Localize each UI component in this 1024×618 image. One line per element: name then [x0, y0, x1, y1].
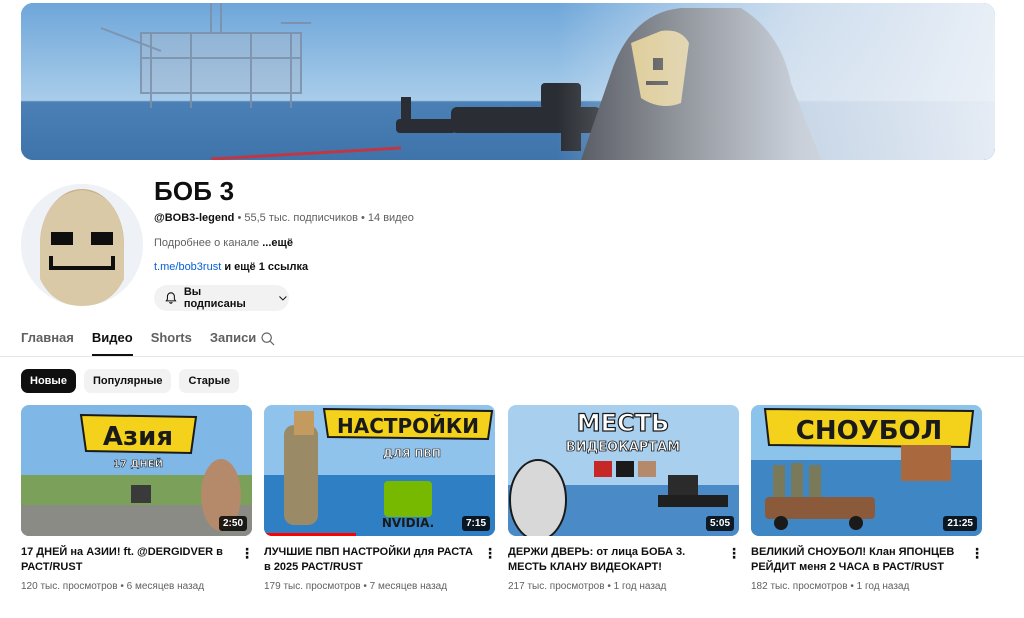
chip-popular[interactable]: Популярные — [83, 369, 172, 393]
thumb-brand: NVIDIA. — [382, 516, 434, 530]
video-count: 14 видео — [367, 212, 414, 224]
channel-name: БОБ 3 — [154, 176, 235, 206]
video-duration: 7:15 — [461, 516, 490, 531]
meta-separator: • — [360, 212, 365, 224]
thumb-subtitle: ВИДЕОКАРТАМ — [566, 440, 680, 455]
upload-age: 7 месяцев назад — [369, 581, 448, 592]
thumb-title: НАСТРОЙКИ — [337, 414, 479, 438]
more-links[interactable]: и ещё 1 ссылка — [224, 261, 308, 273]
meta-separator: • — [850, 581, 854, 592]
meta-separator: • — [120, 581, 124, 592]
upload-age: 1 год назад — [856, 581, 910, 592]
view-count: 120 тыс. просмотров — [21, 581, 118, 592]
video-thumbnail[interactable]: Азия 17 ДНЕЙ 2:50 — [21, 405, 252, 536]
subscribed-label: Вы подписаны — [183, 286, 246, 310]
about-text: Подробнее о канале — [154, 237, 260, 249]
video-meta: 182 тыс. просмотров • 1 год назад — [751, 581, 909, 592]
video-card[interactable]: МЕСТЬ ВИДЕОКАРТАМ 5:05 ДЕРЖИ ДВЕРЬ: от л… — [508, 405, 741, 592]
channel-tabs: Главная Видео Shorts Записи — [21, 330, 274, 356]
video-thumbnail[interactable]: СНОУБОЛ 21:25 — [751, 405, 982, 536]
video-title[interactable]: ЛУЧШИЕ ПВП НАСТРОЙКИ для РАСТА в 2025 РА… — [264, 545, 476, 575]
video-title[interactable]: ВЕЛИКИЙ СНОУБОЛ! Клан ЯПОНЦЕВ РЕЙДИТ мен… — [751, 545, 963, 575]
sort-chips: Новые Популярные Старые — [21, 369, 240, 393]
subscriber-count: 55,5 тыс. подписчиков — [244, 212, 358, 224]
search-icon — [261, 332, 275, 346]
channel-links: t.me/bob3rust и ещё 1 ссылка — [154, 261, 308, 273]
more-options-icon[interactable]: ⋮ — [727, 545, 741, 562]
thumb-title: СНОУБОЛ — [796, 416, 943, 446]
tab-videos[interactable]: Видео — [91, 330, 133, 356]
thumbnail-art: НАСТРОЙКИ ДЛЯ ПВП NVIDIA. — [264, 405, 495, 536]
tab-home[interactable]: Главная — [21, 330, 74, 355]
tab-posts[interactable]: Записи — [210, 330, 256, 355]
mask-avatar-art — [21, 184, 143, 306]
subscribed-button[interactable]: Вы подписаны — [154, 285, 289, 311]
meta-separator: • — [237, 212, 242, 224]
channel-meta: @BOB3-legend • 55,5 тыс. подписчиков • 1… — [154, 212, 414, 224]
video-title[interactable]: 17 ДНЕЙ на АЗИИ! ft. @DERGIDVER в РАСТ/R… — [21, 545, 233, 575]
more-options-icon[interactable]: ⋮ — [240, 545, 254, 562]
video-meta: 217 тыс. просмотров • 1 год назад — [508, 581, 666, 592]
thumb-title: МЕСТЬ — [577, 409, 670, 437]
telegram-link[interactable]: t.me/bob3rust — [154, 261, 221, 273]
channel-handle: @BOB3-legend — [154, 212, 235, 224]
video-card[interactable]: СНОУБОЛ 21:25 ВЕЛИКИЙ СНОУБОЛ! Клан ЯПОН… — [751, 405, 984, 592]
meta-separator: • — [607, 581, 611, 592]
video-duration: 2:50 — [218, 516, 247, 531]
channel-about[interactable]: Подробнее о канале ...ещё — [154, 237, 293, 249]
video-card[interactable]: Азия 17 ДНЕЙ 2:50 17 ДНЕЙ на АЗИИ! ft. @… — [21, 405, 254, 592]
video-meta: 179 тыс. просмотров • 7 месяцев назад — [264, 581, 447, 592]
video-duration: 5:05 — [705, 516, 734, 531]
tab-shorts[interactable]: Shorts — [151, 330, 192, 355]
video-title[interactable]: ДЕРЖИ ДВЕРЬ: от лица БОБА 3. МЕСТЬ КЛАНУ… — [508, 545, 720, 575]
thumb-title: Азия — [103, 422, 173, 452]
channel-banner — [21, 3, 995, 160]
channel-search-button[interactable] — [260, 331, 276, 352]
thumb-subtitle: 17 ДНЕЙ — [113, 457, 163, 470]
tabs-divider — [0, 356, 1024, 357]
chevron-down-icon — [279, 296, 287, 301]
about-more-link[interactable]: ...ещё — [262, 237, 293, 249]
watch-progress-bar — [264, 533, 357, 536]
more-options-icon[interactable]: ⋮ — [483, 545, 497, 562]
banner-art — [21, 3, 995, 160]
thumbnail-art: МЕСТЬ ВИДЕОКАРТАМ — [508, 405, 739, 536]
video-duration: 21:25 — [943, 516, 977, 531]
chip-oldest[interactable]: Старые — [179, 369, 240, 393]
chip-newest[interactable]: Новые — [21, 369, 76, 393]
video-meta: 120 тыс. просмотров • 6 месяцев назад — [21, 581, 204, 592]
thumbnail-art: Азия 17 ДНЕЙ — [21, 405, 252, 536]
upload-age: 6 месяцев назад — [126, 581, 205, 592]
view-count: 182 тыс. просмотров — [751, 581, 848, 592]
bell-icon — [165, 292, 177, 304]
video-thumbnail[interactable]: НАСТРОЙКИ ДЛЯ ПВП NVIDIA. 7:15 — [264, 405, 495, 536]
video-thumbnail[interactable]: МЕСТЬ ВИДЕОКАРТАМ 5:05 — [508, 405, 739, 536]
view-count: 179 тыс. просмотров — [264, 581, 361, 592]
meta-separator: • — [363, 581, 367, 592]
view-count: 217 тыс. просмотров — [508, 581, 605, 592]
upload-age: 1 год назад — [613, 581, 667, 592]
more-options-icon[interactable]: ⋮ — [970, 545, 984, 562]
video-card[interactable]: НАСТРОЙКИ ДЛЯ ПВП NVIDIA. 7:15 ЛУЧШИЕ ПВ… — [264, 405, 497, 592]
thumb-subtitle: ДЛЯ ПВП — [383, 447, 441, 460]
channel-avatar[interactable] — [21, 184, 143, 306]
